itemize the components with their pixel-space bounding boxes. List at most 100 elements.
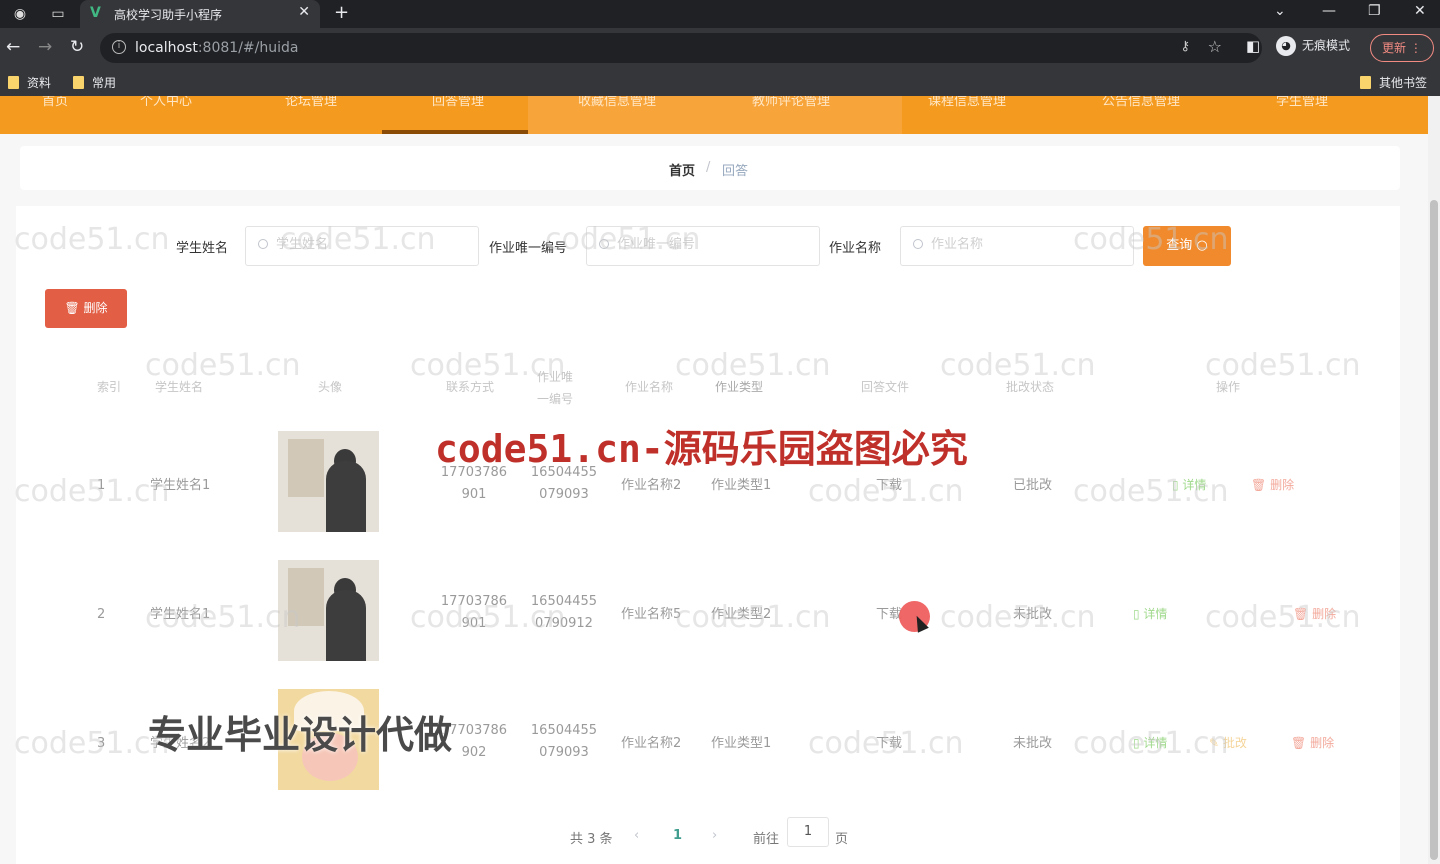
key-icon[interactable]: ⚷ bbox=[1180, 39, 1190, 54]
forward-icon[interactable]: → bbox=[38, 37, 52, 57]
url-host: localhost bbox=[135, 40, 198, 56]
detail-button[interactable]: ▯ 详情 bbox=[1133, 605, 1167, 622]
detail-button[interactable]: ▯ 详情 bbox=[1133, 734, 1167, 751]
nav-item-home[interactable]: 首页 bbox=[42, 96, 68, 109]
search-icon bbox=[258, 239, 268, 249]
page-number-current[interactable]: 1 bbox=[673, 828, 682, 843]
prev-page-icon[interactable]: ‹ bbox=[634, 828, 639, 843]
back-icon[interactable]: ← bbox=[6, 37, 20, 57]
close-tab-icon[interactable]: ✕ bbox=[298, 4, 310, 20]
cell-status: 已批改 bbox=[1013, 478, 1053, 493]
homework-id-field[interactable] bbox=[617, 237, 807, 252]
update-label: 更新 bbox=[1382, 41, 1407, 55]
incognito-indicator[interactable]: ◕ 无痕模式 bbox=[1276, 36, 1350, 56]
col-header-index: 索引 bbox=[97, 380, 122, 394]
cell-name: 学生姓名1 bbox=[150, 607, 211, 622]
breadcrumb-current: 回答 bbox=[722, 164, 749, 179]
cell-hw-type: 作业类型1 bbox=[711, 478, 772, 493]
cell-hw-name: 作业名称5 bbox=[621, 607, 682, 622]
nav-item-profile[interactable]: 个人中心 bbox=[140, 96, 192, 109]
cell-hw-id: 16504455079093 bbox=[530, 723, 598, 760]
chevron-down-icon[interactable]: ⌄ bbox=[1274, 3, 1286, 19]
content-card bbox=[16, 206, 1400, 864]
cell-hw-type: 作业类型2 bbox=[711, 607, 772, 622]
student-name-field[interactable] bbox=[276, 237, 466, 252]
breadcrumb: 首页 / 回答 bbox=[20, 146, 1400, 190]
student-name-input[interactable] bbox=[245, 226, 479, 266]
col-header-contact: 联系方式 bbox=[446, 380, 495, 394]
restore-icon[interactable]: ❐ bbox=[1368, 3, 1381, 19]
breadcrumb-separator: / bbox=[706, 160, 711, 175]
cell-contact: 17703786901 bbox=[440, 594, 508, 631]
nav-active-indicator bbox=[382, 130, 528, 134]
nav-item-forum[interactable]: 论坛管理 bbox=[285, 96, 337, 109]
bookmark-star-icon[interactable]: ☆ bbox=[1208, 37, 1222, 56]
col-header-name: 学生姓名 bbox=[155, 380, 204, 394]
avatar bbox=[278, 560, 379, 661]
row-delete-button[interactable]: 🗑 删除 bbox=[1251, 476, 1294, 493]
nav-item-teacher-comments[interactable]: 教师评论管理 bbox=[752, 96, 830, 109]
cell-index: 1 bbox=[97, 478, 106, 493]
url-path: :8081/#/huida bbox=[197, 40, 299, 56]
cell-index: 3 bbox=[97, 736, 106, 751]
bookmark-folder-0[interactable]: 资料 bbox=[8, 74, 51, 91]
reload-icon[interactable]: ↻ bbox=[70, 37, 84, 57]
next-page-icon[interactable]: › bbox=[712, 828, 717, 843]
pagination-total: 共 3 条 bbox=[570, 832, 613, 847]
nav-item-students[interactable]: 学生管理 bbox=[1276, 96, 1328, 109]
search-icon bbox=[599, 239, 609, 249]
top-navigation: 首页 个人中心 论坛管理 回答管理 收藏信息管理 教师评论管理 课程信息管理 公… bbox=[0, 96, 1440, 134]
new-tab-icon[interactable]: + bbox=[334, 2, 349, 23]
nav-item-notices[interactable]: 公告信息管理 bbox=[1102, 96, 1180, 109]
homework-name-input[interactable] bbox=[900, 226, 1134, 266]
folder-icon bbox=[73, 76, 84, 89]
query-label: 查询 bbox=[1166, 238, 1193, 253]
app-page: 首页 个人中心 论坛管理 回答管理 收藏信息管理 教师评论管理 课程信息管理 公… bbox=[0, 96, 1440, 864]
detail-button[interactable]: ▯ 详情 bbox=[1172, 476, 1206, 493]
scrollbar-thumb[interactable] bbox=[1430, 200, 1438, 860]
nav-item-favorites[interactable]: 收藏信息管理 bbox=[578, 96, 656, 109]
row-delete-button[interactable]: 🗑 删除 bbox=[1293, 605, 1336, 622]
avatar bbox=[278, 431, 379, 532]
col-header-hw-type: 作业类型 bbox=[715, 380, 764, 394]
query-button[interactable]: 查询 ○ bbox=[1143, 226, 1231, 266]
homework-id-input[interactable] bbox=[586, 226, 820, 266]
col-header-file: 回答文件 bbox=[861, 380, 910, 394]
row-delete-button[interactable]: 🗑 删除 bbox=[1291, 734, 1334, 751]
batch-delete-button[interactable]: 🗑 删除 bbox=[45, 289, 127, 328]
minimize-icon[interactable]: — bbox=[1322, 3, 1336, 19]
browser-tab-strip: ◉ ▭ V 高校学习助手小程序 ✕ + ⌄ — ❐ ✕ bbox=[0, 0, 1440, 28]
incognito-icon: ◕ bbox=[1276, 36, 1296, 56]
cell-status: 未批改 bbox=[1013, 736, 1053, 751]
folder-icon bbox=[1360, 76, 1371, 89]
url-field[interactable]: i localhost:8081/#/huida ⚷ ☆ bbox=[100, 33, 1262, 63]
info-icon[interactable]: i bbox=[112, 40, 126, 54]
sidepanel-icon[interactable]: ◧ bbox=[1246, 37, 1260, 55]
trash-icon: 🗑 bbox=[64, 301, 80, 315]
col-header-avatar: 头像 bbox=[318, 380, 343, 394]
bookmark-folder-1[interactable]: 常用 bbox=[73, 74, 116, 91]
student-name-label: 学生姓名 bbox=[176, 241, 229, 256]
homework-name-field[interactable] bbox=[931, 237, 1121, 252]
download-link[interactable]: 下载 bbox=[876, 733, 902, 755]
close-window-icon[interactable]: ✕ bbox=[1414, 3, 1426, 19]
browser-tab[interactable]: V 高校学习助手小程序 ✕ bbox=[80, 0, 320, 28]
homework-name-label: 作业名称 bbox=[829, 241, 882, 256]
cell-status: 未批改 bbox=[1013, 607, 1053, 622]
page-jump-input[interactable]: 1 bbox=[787, 817, 829, 847]
correct-button[interactable]: ✎ 批改 bbox=[1209, 734, 1247, 751]
folder-icon bbox=[8, 76, 19, 89]
breadcrumb-home[interactable]: 首页 bbox=[669, 160, 695, 179]
cell-index: 2 bbox=[97, 607, 106, 622]
homework-id-label: 作业唯一编号 bbox=[489, 241, 568, 256]
other-bookmarks[interactable]: 其他书签 bbox=[1360, 74, 1427, 91]
cell-hw-name: 作业名称2 bbox=[621, 736, 682, 751]
nav-item-answers[interactable]: 回答管理 bbox=[432, 96, 484, 109]
update-button[interactable]: 更新 ⋮ bbox=[1370, 34, 1434, 62]
cell-hw-type: 作业类型1 bbox=[711, 736, 772, 751]
col-header-actions: 操作 bbox=[1216, 380, 1241, 394]
watermark-banner: code51.cn-源码乐园盗图必究 bbox=[435, 427, 968, 471]
download-link[interactable]: 下载 bbox=[876, 475, 902, 497]
tab-search-icon[interactable]: ▭ bbox=[50, 6, 66, 22]
nav-item-courses[interactable]: 课程信息管理 bbox=[928, 96, 1006, 109]
